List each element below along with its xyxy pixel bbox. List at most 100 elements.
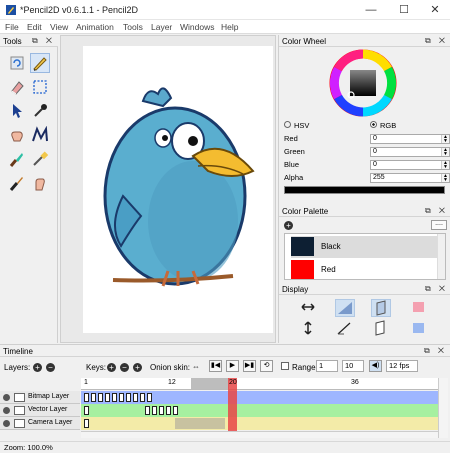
hand-tool[interactable] <box>7 125 27 145</box>
polyline-tool[interactable] <box>30 125 50 145</box>
clear-tool[interactable] <box>7 53 27 73</box>
spin-arrows-icon[interactable]: ▲ ▼ <box>441 135 449 144</box>
color-wheel[interactable] <box>329 49 397 117</box>
remove-layer-button[interactable]: − <box>46 363 55 372</box>
tools-panel-buttons[interactable]: ⧉ ✕ <box>32 36 55 46</box>
add-layer-button[interactable]: + <box>33 363 42 372</box>
palette-item-red[interactable]: Red <box>291 259 443 281</box>
brush-tool[interactable] <box>7 149 27 169</box>
palette-menu-button[interactable]: .... <box>431 220 447 230</box>
drawing-canvas[interactable] <box>60 35 276 343</box>
next-frame-button[interactable]: ▶▮ <box>243 360 256 372</box>
menu-layer[interactable]: Layer <box>151 22 172 32</box>
layer-row-vector[interactable]: Vector Layer <box>0 404 80 417</box>
keyframe[interactable] <box>112 393 117 402</box>
keyframe[interactable] <box>98 393 103 402</box>
color-mode-row: HSV RGB <box>284 121 444 132</box>
keyframe[interactable] <box>126 393 131 402</box>
menu-view[interactable]: View <box>50 22 68 32</box>
onion-next-color-button[interactable] <box>409 320 429 338</box>
vector-track[interactable] <box>81 404 438 417</box>
layer-row-bitmap[interactable]: Bitmap Layer <box>0 391 80 404</box>
horizontal-flip-button[interactable] <box>299 299 319 317</box>
keyframe[interactable] <box>147 393 152 402</box>
menu-edit[interactable]: Edit <box>27 22 42 32</box>
keyframe[interactable] <box>173 406 178 415</box>
timeline-vertical-scrollbar[interactable] <box>438 378 448 438</box>
spin-arrows-icon[interactable]: ▲ ▼ <box>441 161 449 170</box>
visibility-icon[interactable] <box>3 420 10 427</box>
thin-lines-button[interactable] <box>335 299 355 317</box>
range-checkbox[interactable] <box>281 362 289 370</box>
bucket-tool[interactable] <box>7 173 27 193</box>
menu-help[interactable]: Help <box>221 22 238 32</box>
select-tool[interactable] <box>30 77 50 97</box>
color-wheel-buttons[interactable]: ⧉ ✕ <box>425 36 448 46</box>
sound-button[interactable]: ◀) <box>369 360 382 372</box>
minimize-button[interactable]: — <box>356 0 386 20</box>
vertical-flip-button[interactable] <box>299 320 319 338</box>
visibility-icon[interactable] <box>3 407 10 414</box>
layer-row-camera[interactable]: Camera Layer <box>0 417 80 430</box>
loop-button[interactable]: ⟲ <box>260 360 273 372</box>
color-palette-buttons[interactable]: ⧉ ✕ <box>425 206 448 216</box>
maximize-button[interactable]: ☐ <box>389 0 419 20</box>
onion-skin-icon[interactable]: ⇔ <box>192 362 200 371</box>
spin-arrows-icon[interactable]: ▲ ▼ <box>441 174 449 183</box>
red-spinbox[interactable]: 0 ▲ ▼ <box>370 134 450 144</box>
mirror-button[interactable] <box>371 320 391 338</box>
play-button[interactable]: ▶ <box>226 360 239 372</box>
keyframe[interactable] <box>84 393 89 402</box>
display-buttons[interactable]: ⧉ ✕ <box>425 284 448 294</box>
fps-input[interactable]: 12 fps <box>386 360 418 372</box>
alpha-spinbox[interactable]: 255 ▲ ▼ <box>370 173 450 183</box>
keyframe[interactable] <box>84 406 89 415</box>
pencil-tool[interactable] <box>30 53 50 73</box>
close-button[interactable]: ✕ <box>420 0 450 20</box>
keyframe[interactable] <box>119 393 124 402</box>
keyframe[interactable] <box>140 393 145 402</box>
hsv-radio[interactable] <box>284 121 291 128</box>
keyframe[interactable] <box>91 393 96 402</box>
overlay-button[interactable] <box>335 320 355 338</box>
dropper-tool[interactable] <box>30 149 50 169</box>
keyframe[interactable] <box>84 419 89 428</box>
range-start-input[interactable]: 1 <box>316 360 338 372</box>
timeline-horizontal-scrollbar[interactable] <box>81 431 438 438</box>
range-end-input[interactable]: 10 <box>342 360 364 372</box>
palette-item-black[interactable]: Black <box>291 236 443 258</box>
visibility-icon[interactable] <box>3 394 10 401</box>
add-color-button[interactable]: + <box>284 221 293 230</box>
duplicate-key-button[interactable]: + <box>133 363 142 372</box>
move-tool[interactable] <box>7 101 27 121</box>
keyframe[interactable] <box>145 406 150 415</box>
blue-spinbox[interactable]: 0 ▲ ▼ <box>370 160 450 170</box>
menu-windows[interactable]: Windows <box>180 22 214 32</box>
previous-frame-button[interactable]: ▮◀ <box>209 360 222 372</box>
canvas-paper[interactable] <box>83 46 273 333</box>
remove-key-button[interactable]: − <box>120 363 129 372</box>
menu-file[interactable]: File <box>5 22 19 32</box>
menu-tools[interactable]: Tools <box>123 22 143 32</box>
bitmap-track[interactable] <box>81 391 438 404</box>
frame-ruler[interactable]: 1 12 20 36 <box>81 378 438 390</box>
menu-animation[interactable]: Animation <box>76 22 114 32</box>
onion-skin-label: Onion skin: <box>150 363 191 372</box>
add-key-button[interactable]: + <box>107 363 116 372</box>
keyframe[interactable] <box>105 393 110 402</box>
timeline-buttons[interactable]: ⧉ ✕ <box>424 346 447 356</box>
spin-arrows-icon[interactable]: ▲ ▼ <box>441 148 449 157</box>
outlines-button[interactable] <box>371 299 391 317</box>
palette-scrollbar[interactable] <box>437 234 445 279</box>
onion-prev-color-button[interactable] <box>409 299 429 317</box>
rgb-radio[interactable] <box>370 121 377 128</box>
keyframe[interactable] <box>152 406 157 415</box>
keyframe[interactable] <box>159 406 164 415</box>
smudge-tool[interactable] <box>30 173 50 193</box>
keyframe[interactable] <box>133 393 138 402</box>
green-spinbox[interactable]: 0 ▲ ▼ <box>370 147 450 157</box>
keyframe[interactable] <box>166 406 171 415</box>
eyedropper-tool[interactable] <box>30 101 50 121</box>
camera-track[interactable] <box>81 417 438 430</box>
eraser-tool[interactable] <box>7 77 27 97</box>
